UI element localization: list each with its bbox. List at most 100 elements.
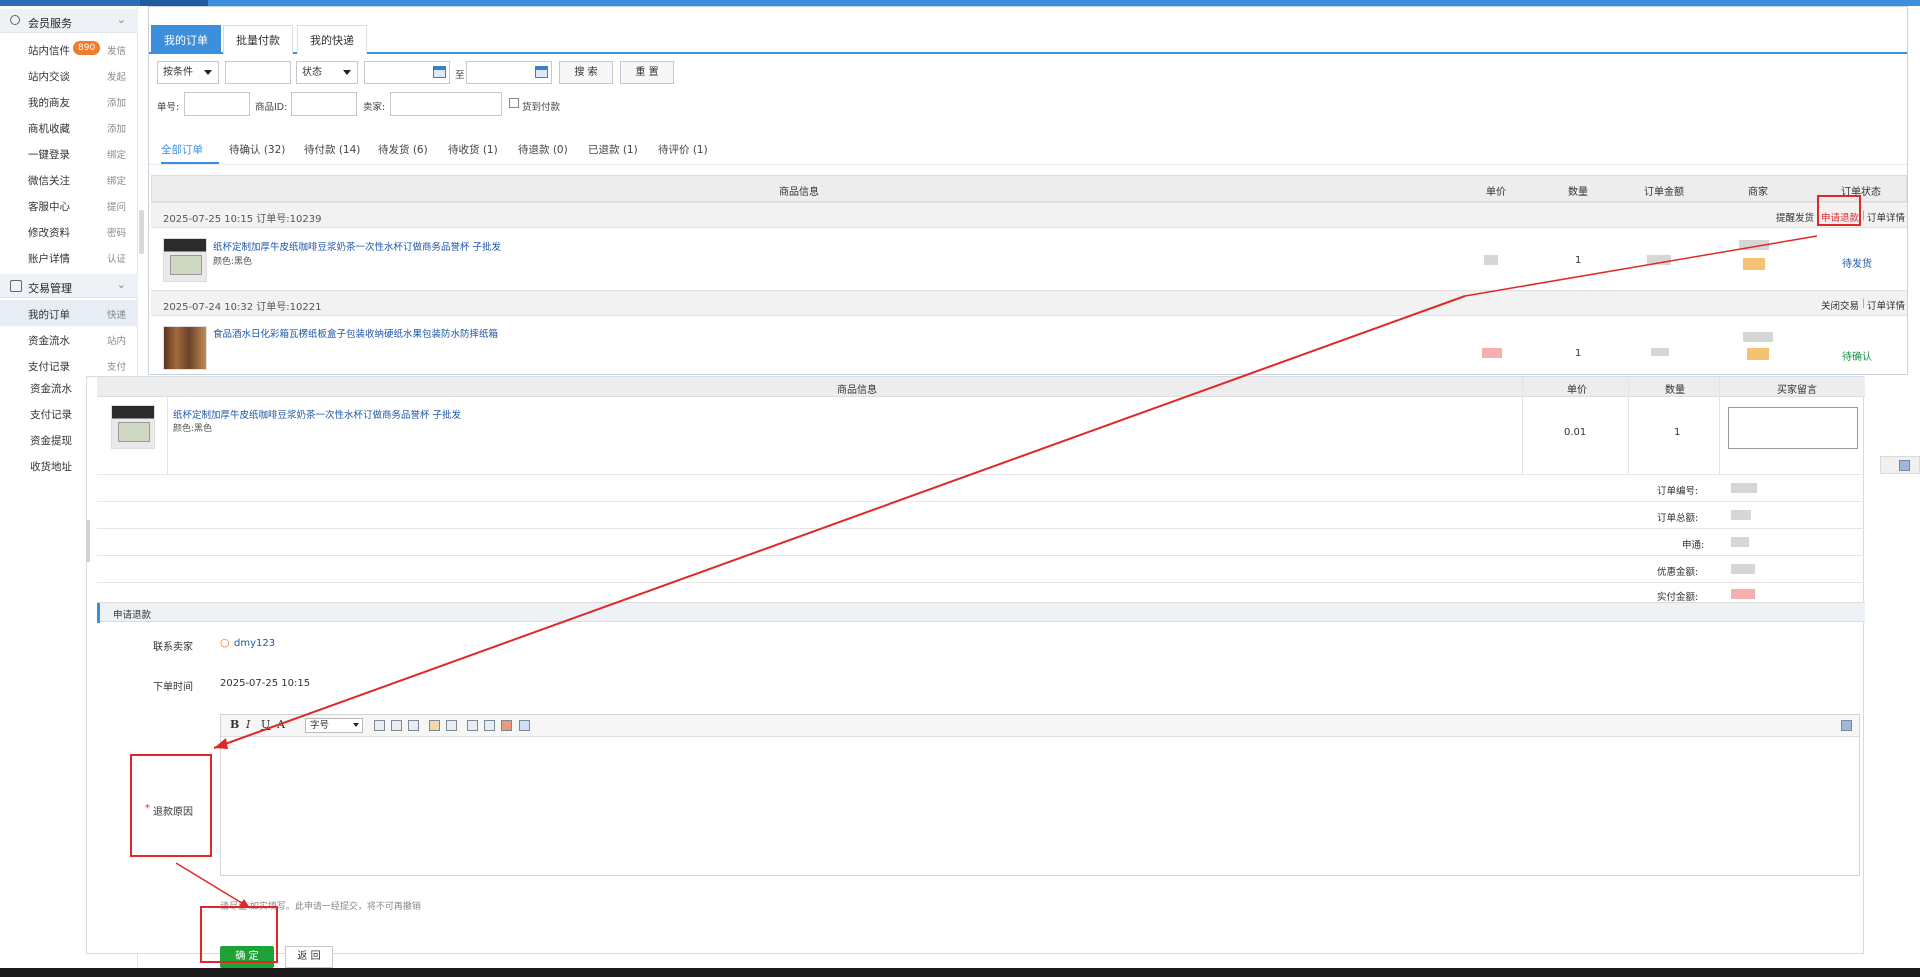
source-view-icon[interactable] [1841,720,1852,731]
panel-scroll-handle[interactable] [86,520,90,562]
col-qty: 数量 [1665,385,1685,396]
font-size-select[interactable]: 字号 [305,718,363,733]
order-time-value: 2025-07-25 10:15 [220,678,311,689]
sidebar-collapse-handle[interactable] [139,210,144,254]
attachment-icon[interactable] [519,720,530,731]
eraser-icon[interactable] [446,720,457,731]
chat-icon[interactable]: ○ [220,636,230,649]
product-title-link[interactable]: 纸杯定制加厚牛皮纸咖啡豆浆奶茶一次性水杯订做商务品誉杯 子批发 [213,239,501,253]
paste-icon[interactable] [429,720,440,731]
seller-name-link[interactable]: dmy123 [234,638,275,649]
seller-label: 卖家: [363,102,386,113]
underline-icon[interactable]: U [261,718,270,731]
image-icon[interactable] [501,720,512,731]
sidebar-subitem-fund-flow[interactable]: 资金流水 [30,381,72,396]
section-title: 申请退款 [113,610,152,621]
align-right-icon[interactable] [408,720,419,731]
sidebar-item-label: 账户详情 [28,253,70,265]
date-from-input[interactable] [364,61,450,84]
calendar-icon[interactable] [433,66,446,78]
sidebar-item-action[interactable]: 绑定 [107,147,126,161]
product-thumbnail[interactable] [111,405,155,449]
sidebar-subitem-payments[interactable]: 支付记录 [30,407,72,422]
table-icon[interactable] [484,720,495,731]
sidebar-item-action[interactable]: 发信 [107,43,126,57]
product-title-link[interactable]: 食品酒水日化彩箱瓦楞纸板盒子包装收纳硬纸水果包装防水防摔纸箱 [213,326,498,340]
sidebar-subitem-withdraw[interactable]: 资金提现 [30,433,72,448]
order-detail-link[interactable]: 订单详情 [1867,298,1905,312]
sidebar-item-payments[interactable]: 支付记录 支付 [0,352,138,378]
tab-pending-review[interactable]: 待评价 (1) [658,142,708,157]
tab-refunded[interactable]: 已退款 (1) [588,142,638,157]
remind-ship-link[interactable]: 提醒发货 [1776,210,1814,224]
blurred-merchant [1739,240,1769,250]
tab-pending-pay[interactable]: 待付款 (14) [304,142,360,157]
sidebar-item-action[interactable]: 添加 [107,121,126,135]
calendar-icon[interactable] [535,66,548,78]
buyer-message-textarea[interactable] [1728,407,1858,449]
font-color-icon[interactable]: A [277,718,285,731]
italic-icon[interactable]: I [246,718,250,731]
product-thumbnail[interactable] [163,238,207,282]
refund-reason-editor[interactable]: B I U A 字号 [220,714,1860,876]
product-thumbnail[interactable] [163,326,207,370]
goods-id-input[interactable] [291,92,357,116]
sidebar-item-action[interactable]: 支付 [107,359,126,373]
tab-pending-confirm[interactable]: 待确认 (32) [229,142,285,157]
tab-all-orders[interactable]: 全部订单 [161,142,203,157]
chevron-down-icon[interactable]: ⌄ [117,13,126,26]
sidebar-item-favorites[interactable]: 商机收藏 添加 [0,114,138,140]
back-button[interactable]: 返 回 [285,946,333,968]
sidebar-item-friends[interactable]: 我的商友 添加 [0,88,138,114]
tab-batch-pay[interactable]: 批量付款 [223,25,293,54]
keyword-input[interactable] [225,61,291,84]
sidebar-item-action[interactable]: 发起 [107,69,126,83]
align-left-icon[interactable] [374,720,385,731]
sidebar-item-fund-flow[interactable]: 资金流水 站内 [0,326,138,352]
sidebar-item-action[interactable]: 绑定 [107,173,126,187]
sidebar-item-action[interactable]: 密码 [107,225,126,239]
sidebar-item-wechat[interactable]: 微信关注 绑定 [0,166,138,192]
order-no-label: 单号: [157,102,180,113]
sidebar-item-action[interactable]: 添加 [107,95,126,109]
sidebar-item-profile[interactable]: 修改资料 密码 [0,218,138,244]
sidebar-item-my-orders[interactable]: 我的订单 快递 [0,300,138,326]
sidebar-group-trade[interactable]: 交易管理 ⌄ [0,274,138,298]
refund-product-row: 纸杯定制加厚牛皮纸咖啡豆浆奶茶一次性水杯订做商务品誉杯 子批发 颜色:黑色 0.… [97,397,1865,475]
sidebar-item-account[interactable]: 账户详情 认证 [0,244,138,270]
tab-pending-refund[interactable]: 待退款 (0) [518,142,568,157]
summary-label: 申通: [1682,540,1705,551]
tab-pending-receive[interactable]: 待收货 (1) [448,142,498,157]
condition-select[interactable]: 按条件 [157,61,219,84]
sidebar-item-action[interactable]: 站内 [107,333,126,347]
status-select[interactable]: 状态 [296,61,358,84]
order-detail-link[interactable]: 订单详情 [1867,210,1905,224]
reset-button[interactable]: 重 置 [620,61,674,84]
sidebar-item-quick-login[interactable]: 一键登录 绑定 [0,140,138,166]
tab-my-express[interactable]: 我的快递 [297,25,367,54]
sidebar-item-messages[interactable]: 站内信件 890 发信 [0,36,138,62]
sidebar-subitem-address[interactable]: 收货地址 [30,459,72,474]
trade-icon [10,280,22,292]
sidebar-item-support[interactable]: 客服中心 提问 [0,192,138,218]
align-center-icon[interactable] [391,720,402,731]
link-icon[interactable] [467,720,478,731]
sidebar-item-chat[interactable]: 站内交谈 发起 [0,62,138,88]
order-no-input[interactable] [184,92,250,116]
bold-icon[interactable]: B [230,718,239,731]
search-button[interactable]: 搜 索 [559,61,613,84]
refund-table-header: 商品信息 单价 数量 买家留言 [97,377,1865,397]
tab-pending-ship[interactable]: 待发货 (6) [378,142,428,157]
sidebar-item-action[interactable]: 快递 [107,307,126,321]
product-title-link[interactable]: 纸杯定制加厚牛皮纸咖啡豆浆奶茶一次性水杯订做商务品誉杯 子批发 [173,407,461,421]
sidebar-item-action[interactable]: 提问 [107,199,126,213]
sidebar-group-member[interactable]: 会员服务 ⌄ [0,9,138,33]
cod-checkbox[interactable] [509,98,519,108]
sidebar-item-action[interactable]: 认证 [107,251,126,265]
sidebar-item-label: 支付记录 [28,361,70,373]
chevron-down-icon[interactable]: ⌄ [117,278,126,291]
tab-my-orders[interactable]: 我的订单 [151,25,221,54]
seller-input[interactable] [390,92,502,116]
date-to-input[interactable] [466,61,552,84]
close-trade-link[interactable]: 关闭交易 [1821,298,1859,312]
